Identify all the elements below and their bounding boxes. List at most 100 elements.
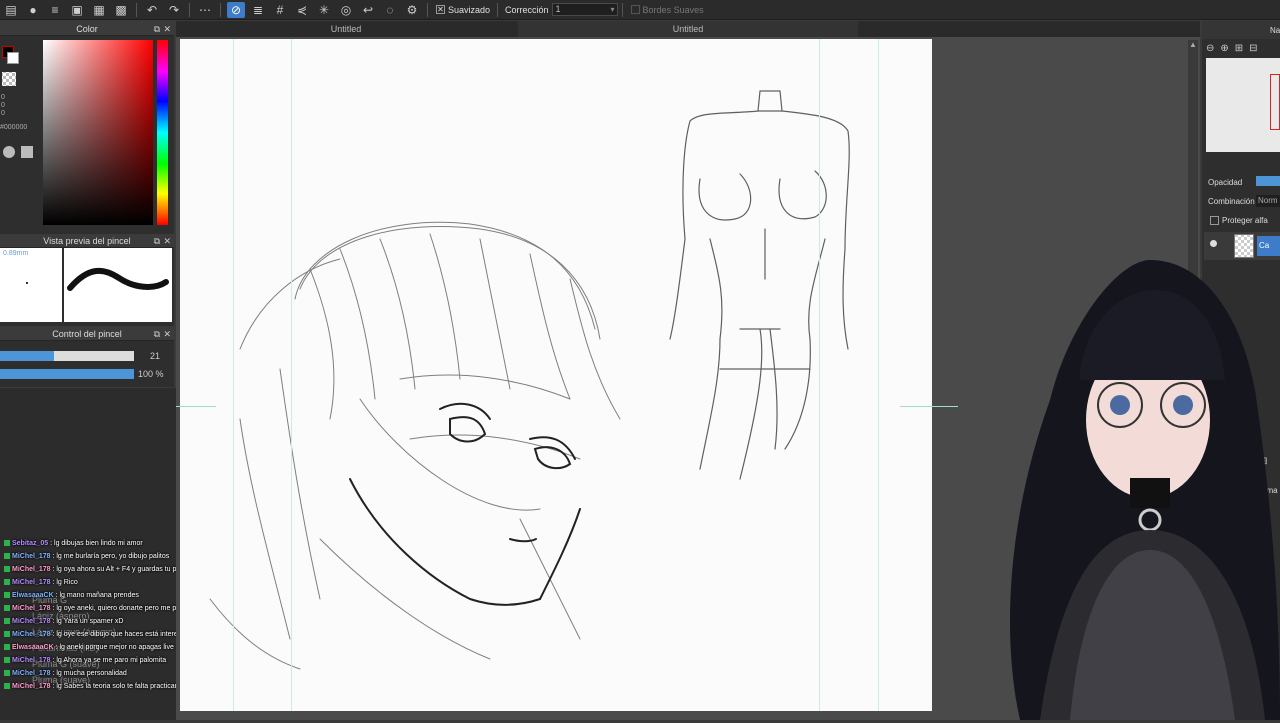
select-none-icon[interactable]: ⋯ <box>196 2 214 18</box>
hue-slider[interactable] <box>157 40 168 225</box>
brush-opacity-slider[interactable] <box>0 369 134 379</box>
undo-icon[interactable]: ↶ <box>143 2 161 18</box>
chat-badge-icon <box>4 566 10 573</box>
chat-text: : lg aneki porque mejor no apagas live <box>53 644 174 651</box>
toolbar-divider <box>220 2 221 17</box>
chat-username: MiChel_178 <box>12 553 51 560</box>
brush-preview-header: Vista previa del pincel ⧉ ✕ <box>0 234 174 248</box>
blue-value: 0 <box>1 110 5 117</box>
protect-alpha-checkbox[interactable] <box>1210 216 1219 225</box>
chat-username: MiChel_178 <box>12 618 51 625</box>
toolbar-divider <box>427 2 428 17</box>
blend-mode-select[interactable]: Norm <box>1256 195 1280 207</box>
navigator-toolbar: ⊖ ⊕ ⊞ ⊟ <box>1206 40 1280 56</box>
menu-icon[interactable]: ≡ <box>46 2 64 18</box>
toolbar-divider <box>136 2 137 17</box>
close-icon[interactable]: ✕ <box>163 327 171 341</box>
grid-icon[interactable]: ▦ <box>90 2 108 18</box>
chat-text: : lg mano mañana prendes <box>53 592 139 599</box>
green-value: 0 <box>1 102 5 109</box>
tab-untitled-2[interactable]: Untitled <box>518 21 858 37</box>
chat-message: Sebitaz_05 : lg dibujas bien lindo mi am… <box>4 540 143 547</box>
correction-select[interactable]: 1 <box>551 3 618 16</box>
zoom-in-icon[interactable]: ⊕ <box>1220 43 1228 54</box>
chat-username: MiChel_178 <box>12 631 51 638</box>
close-icon[interactable]: ✕ <box>163 234 171 248</box>
reset-view-icon[interactable]: ⊟ <box>1249 43 1257 54</box>
chat-text: : lg oye ese dibujo que haces está inter… <box>50 631 195 638</box>
guide-line <box>819 39 820 711</box>
detach-icon[interactable]: ⧉ <box>154 327 160 341</box>
detach-icon[interactable]: ⧉ <box>154 22 160 36</box>
save-icon[interactable]: ▣ <box>68 2 86 18</box>
tab-untitled-1[interactable]: Untitled <box>176 21 516 37</box>
chat-message: MiChel_178 : lg oye ese dibujo que haces… <box>4 631 195 638</box>
chat-text: : lg mucha personalidad <box>50 670 127 677</box>
navigator-viewport-frame <box>1270 74 1280 130</box>
chat-message: ElwasaaaCK : lg mano mañana prendes <box>4 592 139 599</box>
hex-value: #000000 <box>0 124 28 131</box>
zoom-out-icon[interactable]: ⊖ <box>1206 43 1214 54</box>
detach-icon[interactable]: ⧉ <box>154 234 160 248</box>
chat-badge-icon <box>4 670 10 677</box>
brush-size-slider[interactable] <box>0 351 134 361</box>
soft-edges-label: Bordes Suaves <box>642 4 704 15</box>
color-settings-icon[interactable] <box>21 146 33 158</box>
brush-stroke-svg <box>67 267 169 291</box>
close-icon[interactable]: ✕ <box>163 22 171 36</box>
chat-text: : lg Sabes la teoria solo te falta pract… <box>50 683 177 690</box>
symmetry-ruler-icon[interactable]: ⊘ <box>227 1 245 18</box>
chat-username: MiChel_178 <box>12 566 51 573</box>
chat-badge-icon <box>4 644 10 651</box>
saturation-value-field[interactable] <box>43 40 153 225</box>
layers-icon[interactable]: ▤ <box>2 2 20 18</box>
guide-line <box>878 39 879 711</box>
settings-ruler-icon[interactable]: ⚙ <box>403 2 421 18</box>
chat-text: : lg Rico <box>50 579 78 586</box>
chat-message: MiChel_178 : lg Yara un spamer xD <box>4 618 123 625</box>
chat-message: MiChel_178 : lg mucha personalidad <box>4 670 127 677</box>
speech-bubble-icon[interactable]: ● <box>24 2 42 18</box>
brush-size-value: 21 <box>150 351 161 361</box>
chat-text: : lg me burlaría pero, yo dibujo palitos <box>50 553 170 560</box>
navigator-title: Na <box>1270 26 1280 35</box>
chat-text: : lg Ahora ya se me paro mi palomita <box>50 657 167 664</box>
visibility-icon[interactable] <box>1210 240 1217 247</box>
smoothing-checkbox[interactable]: ✕ <box>436 5 445 14</box>
soft-edges-checkbox[interactable] <box>630 5 640 14</box>
fit-view-icon[interactable]: ⊞ <box>1235 43 1243 54</box>
main-toolbar: ▤ ● ≡ ▣ ▦ ▩ ↶ ↷ ⋯ ⊘ ≣ # ⋞ ✳ ◎ ↩ ◌ ⚙ ✕ Su… <box>0 0 1280 20</box>
chat-username: MiChel_178 <box>12 683 51 690</box>
color-panel-header: Color ⧉ ✕ <box>0 22 174 36</box>
chat-badge-icon <box>4 618 10 625</box>
brush-size-fill <box>0 351 54 361</box>
concentric-ruler-icon[interactable]: ◎ <box>337 2 355 18</box>
grid-plus-icon[interactable]: ▩ <box>112 2 130 18</box>
opacity-label: Opacidad <box>1208 178 1243 187</box>
redo-icon[interactable]: ↷ <box>165 2 183 18</box>
background-color-swatch[interactable] <box>7 52 19 64</box>
chat-message: MiChel_178 : lg Rico <box>4 579 78 586</box>
scroll-up-arrow-icon[interactable]: ▲ <box>1188 40 1198 50</box>
chat-message: MiChel_178 : lg me burlaría pero, yo dib… <box>4 553 169 560</box>
navigator-thumbnail[interactable] <box>1206 58 1280 152</box>
ellipse-ruler-icon[interactable]: ◌ <box>381 2 399 18</box>
toolbar-divider <box>189 2 190 17</box>
brush-size-readout: 0.89mm <box>3 250 29 257</box>
transparent-color-swatch[interactable] <box>2 72 16 86</box>
radial-ruler-icon[interactable]: ✳ <box>315 2 333 18</box>
grid-ruler-icon[interactable]: # <box>271 2 289 18</box>
palette-icon[interactable] <box>3 146 15 158</box>
chat-badge-icon <box>4 631 10 638</box>
perspective-ruler-icon[interactable]: ⋞ <box>293 2 311 18</box>
layer-opacity-slider[interactable] <box>1256 176 1280 186</box>
chat-username: ElwasaaaCK <box>12 644 54 651</box>
chat-username: Sebitaz_05 <box>12 540 49 547</box>
chat-message: MiChel_178 : lg Sabes la teoria solo te … <box>4 683 177 690</box>
lines-ruler-icon[interactable]: ≣ <box>249 2 267 18</box>
brush-control-header: Control del pincel ⧉ ✕ <box>0 327 174 341</box>
curve-ruler-icon[interactable]: ↩ <box>359 2 377 18</box>
toolbar-divider <box>497 2 499 17</box>
chat-badge-icon <box>4 592 10 599</box>
chat-message: MiChel_178 : lg oya ahora su Alt + F4 y … <box>4 566 200 573</box>
